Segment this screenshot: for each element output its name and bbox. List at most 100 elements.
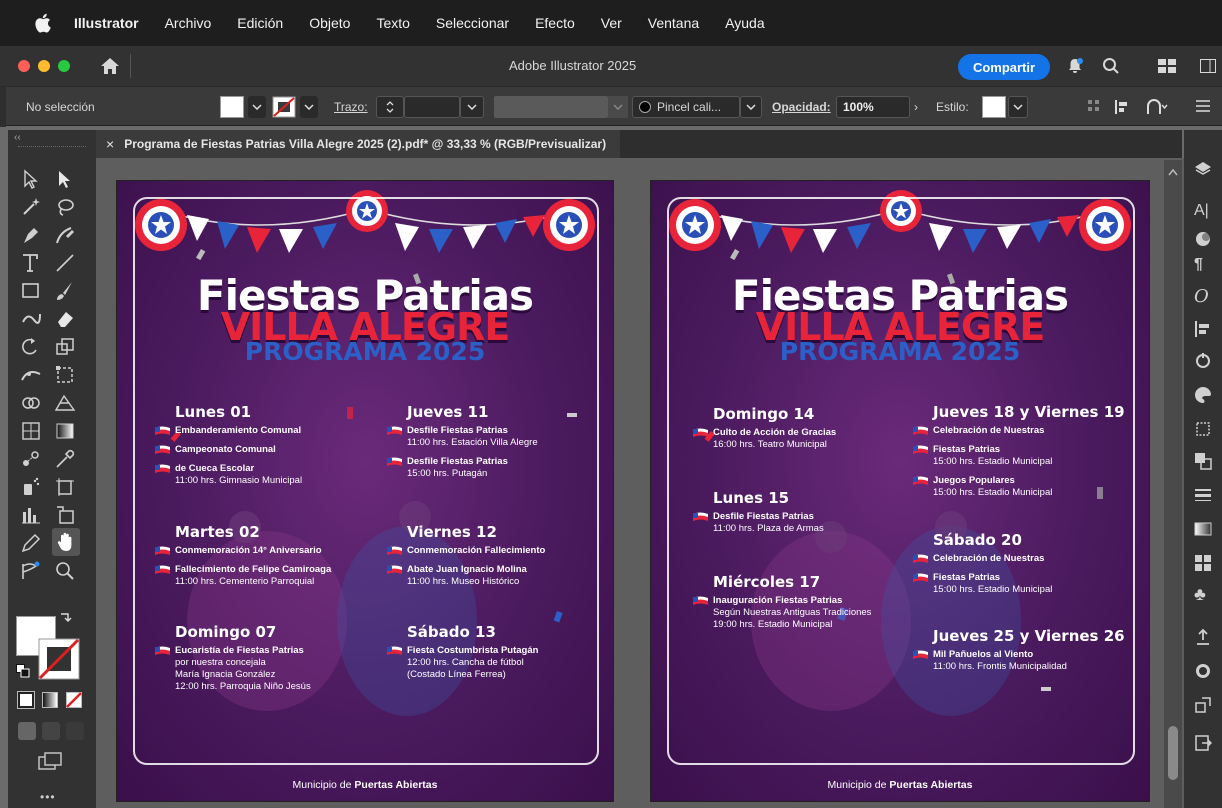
scroll-up-icon[interactable] xyxy=(1168,168,1178,176)
zoom-tool-icon[interactable] xyxy=(54,560,76,582)
fill-dropdown[interactable] xyxy=(248,96,266,118)
none-mode-button[interactable] xyxy=(66,692,82,708)
links-icon[interactable] xyxy=(1194,696,1212,714)
gradient-panel-icon[interactable] xyxy=(1194,520,1212,538)
rectangle-tool-icon[interactable] xyxy=(20,280,42,302)
pathfinder-icon[interactable] xyxy=(1194,452,1212,470)
brush-definition[interactable]: Pincel cali... xyxy=(632,96,740,118)
transform-icon[interactable] xyxy=(1194,352,1212,370)
align-panel-icon[interactable] xyxy=(1194,320,1212,338)
swap-fill-stroke-icon[interactable] xyxy=(58,612,72,626)
menu-illustrator[interactable]: Illustrator xyxy=(74,15,139,31)
bell-icon[interactable] xyxy=(1066,57,1084,75)
stroke-dropdown[interactable] xyxy=(300,96,318,118)
curvature-tool-icon[interactable] xyxy=(54,224,76,246)
type-tool-icon[interactable] xyxy=(20,252,42,274)
brush-dropdown[interactable] xyxy=(740,96,762,118)
draw-inside-button[interactable] xyxy=(66,722,84,740)
transparency-icon[interactable] xyxy=(1194,662,1212,680)
lasso-icon[interactable] xyxy=(54,196,76,218)
maximize-window-button[interactable] xyxy=(58,60,70,72)
artboard-2[interactable]: Fiestas Patrias VILLA ALEGRE PROGRAMA 20… xyxy=(650,180,1150,802)
rotate-tool-icon[interactable] xyxy=(20,336,42,358)
variable-width-profile[interactable] xyxy=(494,96,608,118)
menu-seleccionar[interactable]: Seleccionar xyxy=(436,15,509,31)
stroke-weight-input[interactable] xyxy=(404,96,460,118)
default-fill-stroke-icon[interactable] xyxy=(16,664,30,678)
opacity-label[interactable]: Opacidad: xyxy=(772,96,831,118)
scale-tool-icon[interactable] xyxy=(54,336,76,358)
collapse-panel-icon[interactable]: ‹‹ xyxy=(14,132,21,143)
recolor-grid-icon[interactable] xyxy=(1088,100,1100,112)
fill-swatch[interactable] xyxy=(220,96,244,118)
vertical-scrollbar[interactable] xyxy=(1164,160,1182,808)
width-tool-icon[interactable] xyxy=(20,364,42,386)
scroll-thumb[interactable] xyxy=(1168,726,1178,780)
perspective-grid-icon[interactable] xyxy=(54,392,76,414)
shape-builder-icon[interactable] xyxy=(1146,99,1168,115)
panel-toggle-icon[interactable] xyxy=(1200,59,1216,73)
menu-archivo[interactable]: Archivo xyxy=(165,15,212,31)
column-graph-icon[interactable] xyxy=(20,504,42,526)
eraser-icon[interactable] xyxy=(54,308,76,330)
search-icon[interactable] xyxy=(1102,57,1120,75)
direct-selection-icon[interactable] xyxy=(20,168,42,190)
mesh-tool-icon[interactable] xyxy=(20,420,42,442)
symbol-sprayer-icon[interactable] xyxy=(20,476,42,498)
opentype-icon[interactable]: O xyxy=(1194,286,1212,307)
stroke-weight-stepper[interactable] xyxy=(376,96,404,118)
paintbrush-icon[interactable] xyxy=(54,280,76,302)
share-button[interactable]: Compartir xyxy=(958,54,1050,80)
profile-dropdown[interactable] xyxy=(608,96,628,118)
puppet-warp-icon[interactable] xyxy=(20,560,42,582)
color-mode-button[interactable] xyxy=(17,691,35,709)
symbols-icon[interactable]: ♣ xyxy=(1194,584,1212,604)
menu-ver[interactable]: Ver xyxy=(601,15,622,31)
close-tab-icon[interactable]: × xyxy=(106,136,114,152)
eyedropper-icon[interactable] xyxy=(54,448,76,470)
appearance-icon[interactable] xyxy=(1194,230,1212,248)
workspace-switcher-icon[interactable] xyxy=(1158,59,1176,73)
shaper-tool-icon[interactable] xyxy=(20,308,42,330)
minimize-window-button[interactable] xyxy=(38,60,50,72)
apple-menu-icon[interactable] xyxy=(34,12,54,34)
color-palette-icon[interactable] xyxy=(1194,386,1212,404)
hand-tool-button[interactable] xyxy=(52,528,80,556)
stroke-label[interactable]: Trazo: xyxy=(334,96,368,118)
document-tab[interactable]: × Programa de Fiestas Patrias Villa Aleg… xyxy=(96,130,621,158)
menu-texto[interactable]: Texto xyxy=(376,15,409,31)
artboards-icon[interactable] xyxy=(1194,420,1212,438)
opacity-input[interactable]: 100% xyxy=(836,96,910,118)
screen-mode-icon[interactable] xyxy=(38,752,62,772)
shape-builder-tool-icon[interactable] xyxy=(20,392,42,414)
menu-ayuda[interactable]: Ayuda xyxy=(725,15,764,31)
export-panel-icon[interactable] xyxy=(1194,734,1212,752)
opacity-arrow-icon[interactable]: › xyxy=(914,96,918,118)
character-icon[interactable]: A| xyxy=(1194,202,1212,220)
style-dropdown[interactable] xyxy=(1008,96,1028,118)
home-icon[interactable] xyxy=(100,57,120,75)
stroke-panel-icon[interactable] xyxy=(1194,486,1212,504)
draw-behind-button[interactable] xyxy=(42,722,60,740)
stroke-color-box[interactable] xyxy=(38,638,80,680)
more-tools-icon[interactable]: ••• xyxy=(40,790,56,804)
menu-efecto[interactable]: Efecto xyxy=(535,15,575,31)
panel-menu-icon[interactable] xyxy=(1196,100,1210,112)
paragraph-icon[interactable]: ¶ xyxy=(1194,256,1212,274)
stroke-swatch[interactable] xyxy=(272,96,296,118)
swatches-icon[interactable] xyxy=(1194,554,1212,572)
close-window-button[interactable] xyxy=(18,60,30,72)
blend-tool-icon[interactable] xyxy=(20,448,42,470)
magic-wand-icon[interactable] xyxy=(20,196,42,218)
align-icon[interactable] xyxy=(1114,99,1130,115)
stroke-weight-dropdown[interactable] xyxy=(460,96,484,118)
layers-icon[interactable] xyxy=(1194,160,1212,178)
gradient-tool-icon[interactable] xyxy=(54,420,76,442)
draw-normal-button[interactable] xyxy=(18,722,36,740)
style-swatch[interactable] xyxy=(982,96,1006,118)
selection-tool-icon[interactable] xyxy=(54,168,76,190)
gradient-mode-button[interactable] xyxy=(42,692,58,708)
free-transform-icon[interactable] xyxy=(54,364,76,386)
menu-objeto[interactable]: Objeto xyxy=(309,15,350,31)
line-segment-icon[interactable] xyxy=(54,252,76,274)
